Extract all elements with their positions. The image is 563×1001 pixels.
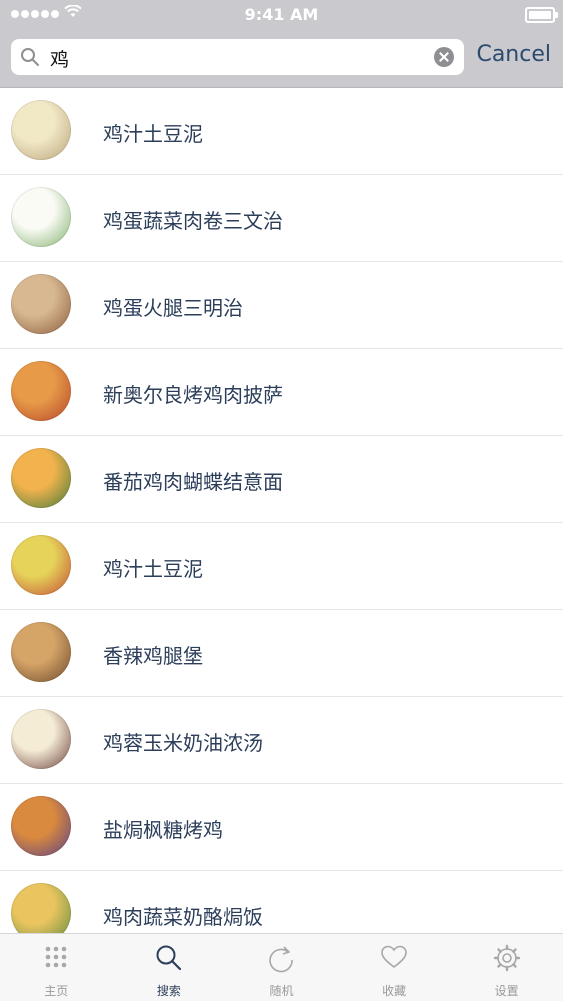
recipe-title: 香辣鸡腿堡 (103, 644, 203, 668)
recipe-title: 鸡汁土豆泥 (103, 122, 203, 146)
search-icon (156, 945, 181, 971)
recipe-thumbnail (11, 796, 71, 856)
recipe-title: 鸡肉蔬菜奶酪焗饭 (103, 905, 263, 929)
tab-search[interactable]: 搜索 (113, 934, 226, 1001)
list-item[interactable]: 鸡蓉玉米奶油浓汤 (0, 697, 563, 784)
heart-icon (381, 945, 407, 969)
tab-label: 搜索 (156, 984, 181, 998)
recipe-thumbnail (11, 274, 71, 334)
gear-icon (493, 944, 520, 972)
list-item[interactable]: 香辣鸡腿堡 (0, 610, 563, 697)
search-header: 9:41 AM 鸡 Cancel (0, 0, 563, 88)
tab-home[interactable]: 主页 (0, 934, 113, 1001)
search-icon (21, 48, 39, 66)
search-results-list: 鸡汁土豆泥 鸡蛋蔬菜肉卷三文治 鸡蛋火腿三明治 新奥尔良烤鸡肉披萨 番茄鸡肉蝴蝶… (0, 88, 563, 933)
recipe-title: 鸡蛋火腿三明治 (103, 296, 243, 320)
battery-icon (525, 7, 558, 23)
recipe-thumbnail (11, 535, 71, 595)
list-item[interactable]: 鸡肉蔬菜奶酪焗饭 (0, 871, 563, 933)
search-input[interactable]: 鸡 (11, 39, 464, 75)
grid-icon (45, 946, 67, 968)
recipe-title: 新奥尔良烤鸡肉披萨 (103, 383, 283, 407)
clear-search-button[interactable] (434, 47, 454, 67)
recipe-thumbnail (11, 883, 71, 933)
tab-label: 随机 (269, 984, 294, 998)
search-query[interactable]: 鸡 (50, 45, 69, 72)
tab-label: 收藏 (382, 984, 407, 998)
tab-random[interactable]: 随机 (225, 934, 338, 1001)
refresh-icon (269, 946, 294, 973)
tab-settings[interactable]: 设置 (450, 934, 563, 1001)
list-item[interactable]: 鸡汁土豆泥 (0, 88, 563, 175)
list-item[interactable]: 鸡蛋火腿三明治 (0, 262, 563, 349)
recipe-thumbnail (11, 361, 71, 421)
status-time: 9:41 AM (244, 5, 319, 24)
recipe-thumbnail (11, 100, 71, 160)
list-item[interactable]: 新奥尔良烤鸡肉披萨 (0, 349, 563, 436)
recipe-title: 番茄鸡肉蝴蝶结意面 (103, 470, 283, 494)
tab-bar: 主页 搜索 随机 收藏 设置 (0, 933, 563, 1001)
list-item[interactable]: 番茄鸡肉蝴蝶结意面 (0, 436, 563, 523)
tab-label: 设置 (494, 984, 519, 998)
recipe-title: 鸡蛋蔬菜肉卷三文治 (103, 209, 283, 233)
list-item[interactable]: 鸡蛋蔬菜肉卷三文治 (0, 175, 563, 262)
recipe-title: 鸡汁土豆泥 (103, 557, 203, 581)
recipe-thumbnail (11, 709, 71, 769)
list-item[interactable]: 鸡汁土豆泥 (0, 523, 563, 610)
recipe-thumbnail (11, 622, 71, 682)
status-bar: 9:41 AM (0, 0, 563, 30)
cancel-button[interactable]: Cancel (476, 42, 551, 67)
recipe-thumbnail (11, 448, 71, 508)
recipe-title: 盐焗枫糖烤鸡 (103, 818, 223, 842)
tab-label: 主页 (44, 984, 69, 998)
list-item[interactable]: 盐焗枫糖烤鸡 (0, 784, 563, 871)
recipe-title: 鸡蓉玉米奶油浓汤 (103, 731, 263, 755)
tab-favorites[interactable]: 收藏 (338, 934, 451, 1001)
recipe-thumbnail (11, 187, 71, 247)
